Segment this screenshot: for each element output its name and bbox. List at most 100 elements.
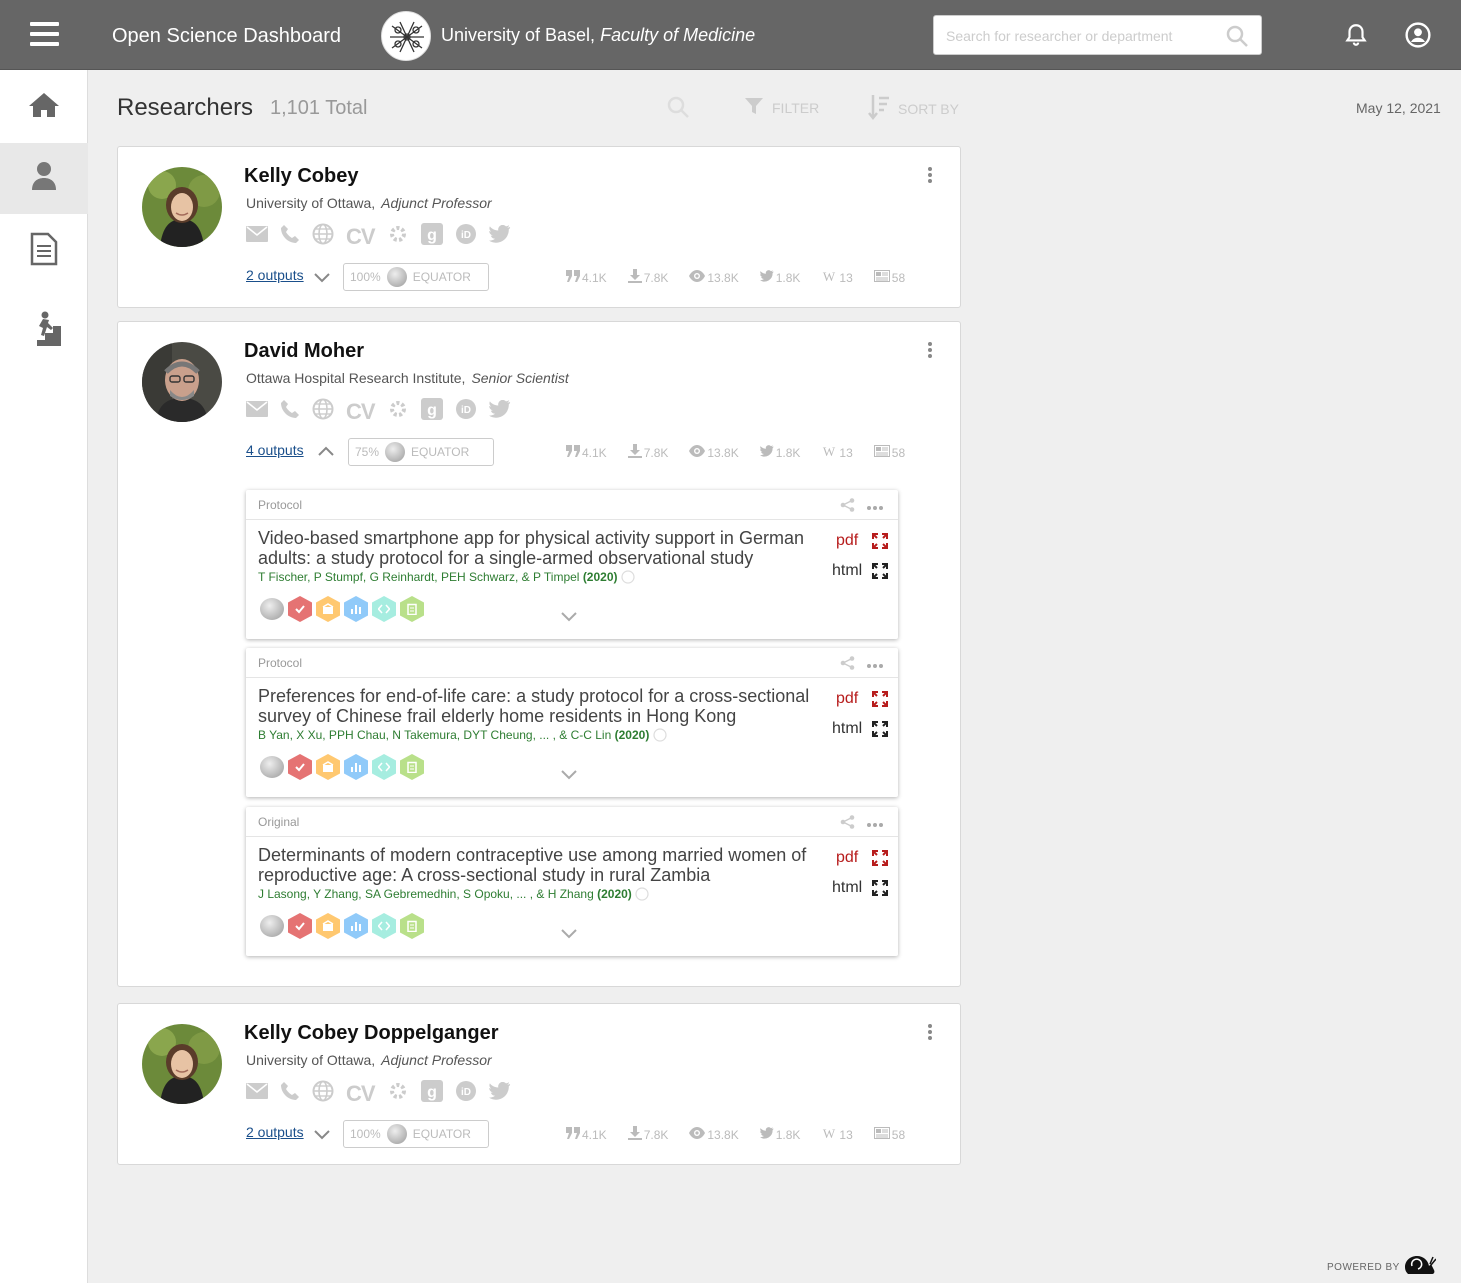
cv-icon[interactable]: CV xyxy=(346,399,376,425)
equator-score[interactable]: 75% EQUATOR xyxy=(348,438,494,466)
expand-pdf-icon[interactable] xyxy=(872,850,888,871)
data-chart-badge-icon[interactable] xyxy=(344,913,368,939)
account-icon[interactable] xyxy=(1405,22,1431,53)
expand-html-icon[interactable] xyxy=(872,563,888,584)
expand-publication-chevron-icon[interactable] xyxy=(560,610,578,629)
metrics-row: 4.1K 7.8K 13.8K 1.8K W 13 58 xyxy=(566,1126,926,1143)
clipboard-badge-icon[interactable] xyxy=(400,913,424,939)
publication-title[interactable]: Determinants of modern contraceptive use… xyxy=(258,845,818,885)
box-badge-icon[interactable] xyxy=(316,596,340,622)
code-badge-icon[interactable] xyxy=(372,913,396,939)
box-badge-icon[interactable] xyxy=(316,754,340,780)
chevron-up-icon[interactable] xyxy=(316,442,336,467)
nav-researchers[interactable] xyxy=(0,143,88,214)
more-horizontal-icon[interactable] xyxy=(866,815,884,833)
avatar[interactable] xyxy=(142,342,222,422)
twitter-icon[interactable] xyxy=(488,224,511,248)
cv-icon[interactable]: CV xyxy=(346,1081,376,1107)
equator-score[interactable]: 100% EQUATOR xyxy=(343,263,489,291)
search-icon[interactable] xyxy=(1225,24,1249,53)
nav-home[interactable] xyxy=(0,72,88,143)
filter-button[interactable]: FILTER xyxy=(744,96,819,119)
publication-title[interactable]: Video-based smartphone app for physical … xyxy=(258,528,818,568)
outputs-toggle-link[interactable]: 2 outputs xyxy=(246,1124,304,1140)
search-input[interactable] xyxy=(946,25,1214,47)
open-access-icon xyxy=(621,570,635,584)
researcher-name[interactable]: Kelly Cobey xyxy=(244,165,358,188)
more-options-icon[interactable] xyxy=(928,167,934,185)
html-link[interactable]: html xyxy=(832,879,862,897)
share-icon[interactable] xyxy=(840,498,856,517)
google-scholar-icon[interactable]: g xyxy=(420,1080,443,1107)
twitter-icon[interactable] xyxy=(488,1081,511,1105)
expand-publication-chevron-icon[interactable] xyxy=(560,927,578,946)
outputs-toggle-link[interactable]: 2 outputs xyxy=(246,267,304,283)
globe-icon[interactable] xyxy=(312,223,334,250)
chevron-down-icon[interactable] xyxy=(312,1124,332,1149)
expand-publication-chevron-icon[interactable] xyxy=(560,768,578,787)
gear-icon[interactable] xyxy=(387,223,409,250)
check-badge-icon[interactable] xyxy=(288,754,312,780)
expand-pdf-icon[interactable] xyxy=(872,533,888,554)
sort-button[interactable]: SORT BY xyxy=(868,94,959,123)
gear-icon[interactable] xyxy=(387,398,409,425)
html-link[interactable]: html xyxy=(832,720,862,738)
code-badge-icon[interactable] xyxy=(372,596,396,622)
phone-icon[interactable] xyxy=(280,224,300,249)
pdf-link[interactable]: pdf xyxy=(836,690,858,708)
list-search-icon[interactable] xyxy=(666,95,690,124)
pdf-link[interactable]: pdf xyxy=(836,849,858,867)
orcid-icon[interactable]: iD xyxy=(455,1080,477,1107)
more-horizontal-icon[interactable] xyxy=(866,498,884,516)
eye-icon xyxy=(689,1127,706,1142)
code-badge-icon[interactable] xyxy=(372,754,396,780)
check-badge-icon[interactable] xyxy=(288,596,312,622)
clipboard-badge-icon[interactable] xyxy=(400,754,424,780)
orcid-icon[interactable]: iD xyxy=(455,223,477,250)
check-badge-icon[interactable] xyxy=(288,913,312,939)
nav-publications[interactable] xyxy=(0,216,88,287)
data-chart-badge-icon[interactable] xyxy=(344,596,368,622)
more-horizontal-icon[interactable] xyxy=(866,656,884,674)
phone-icon[interactable] xyxy=(280,1081,300,1106)
globe-icon[interactable] xyxy=(312,1080,334,1107)
publication-title[interactable]: Preferences for end-of-life care: a stud… xyxy=(258,686,818,726)
google-scholar-icon[interactable]: g xyxy=(420,223,443,250)
pdf-link[interactable]: pdf xyxy=(836,532,858,550)
email-icon[interactable] xyxy=(246,401,268,422)
citations-metric: 4.1K xyxy=(566,269,607,286)
share-icon[interactable] xyxy=(840,815,856,834)
more-options-icon[interactable] xyxy=(928,1024,934,1042)
twitter-icon[interactable] xyxy=(488,399,511,423)
email-icon[interactable] xyxy=(246,1083,268,1104)
chevron-down-icon[interactable] xyxy=(312,267,332,292)
expand-html-icon[interactable] xyxy=(872,721,888,742)
researcher-name[interactable]: David Moher xyxy=(244,340,364,363)
phone-icon[interactable] xyxy=(280,399,300,424)
google-scholar-icon[interactable]: g xyxy=(420,398,443,425)
expand-pdf-icon[interactable] xyxy=(872,691,888,712)
nav-progress[interactable] xyxy=(0,296,88,367)
notifications-bell-icon[interactable] xyxy=(1343,22,1369,53)
avatar[interactable] xyxy=(142,167,222,247)
cv-icon[interactable]: CV xyxy=(346,224,376,250)
orcid-icon[interactable]: iD xyxy=(455,398,477,425)
wikipedia-icon: W xyxy=(821,269,837,285)
outputs-toggle-link[interactable]: 4 outputs xyxy=(246,442,304,458)
globe-icon[interactable] xyxy=(312,398,334,425)
clipboard-badge-icon[interactable] xyxy=(400,596,424,622)
open-access-icon xyxy=(635,887,649,901)
box-badge-icon[interactable] xyxy=(316,913,340,939)
expand-html-icon[interactable] xyxy=(872,880,888,901)
equator-score[interactable]: 100% EQUATOR xyxy=(343,1120,489,1148)
menu-icon[interactable] xyxy=(30,22,59,46)
researcher-name[interactable]: Kelly Cobey Doppelganger xyxy=(244,1022,499,1045)
email-icon[interactable] xyxy=(246,226,268,247)
avatar[interactable] xyxy=(142,1024,222,1104)
html-link[interactable]: html xyxy=(832,562,862,580)
person-icon xyxy=(31,161,57,196)
gear-icon[interactable] xyxy=(387,1080,409,1107)
share-icon[interactable] xyxy=(840,656,856,675)
data-chart-badge-icon[interactable] xyxy=(344,754,368,780)
more-options-icon[interactable] xyxy=(928,342,934,360)
